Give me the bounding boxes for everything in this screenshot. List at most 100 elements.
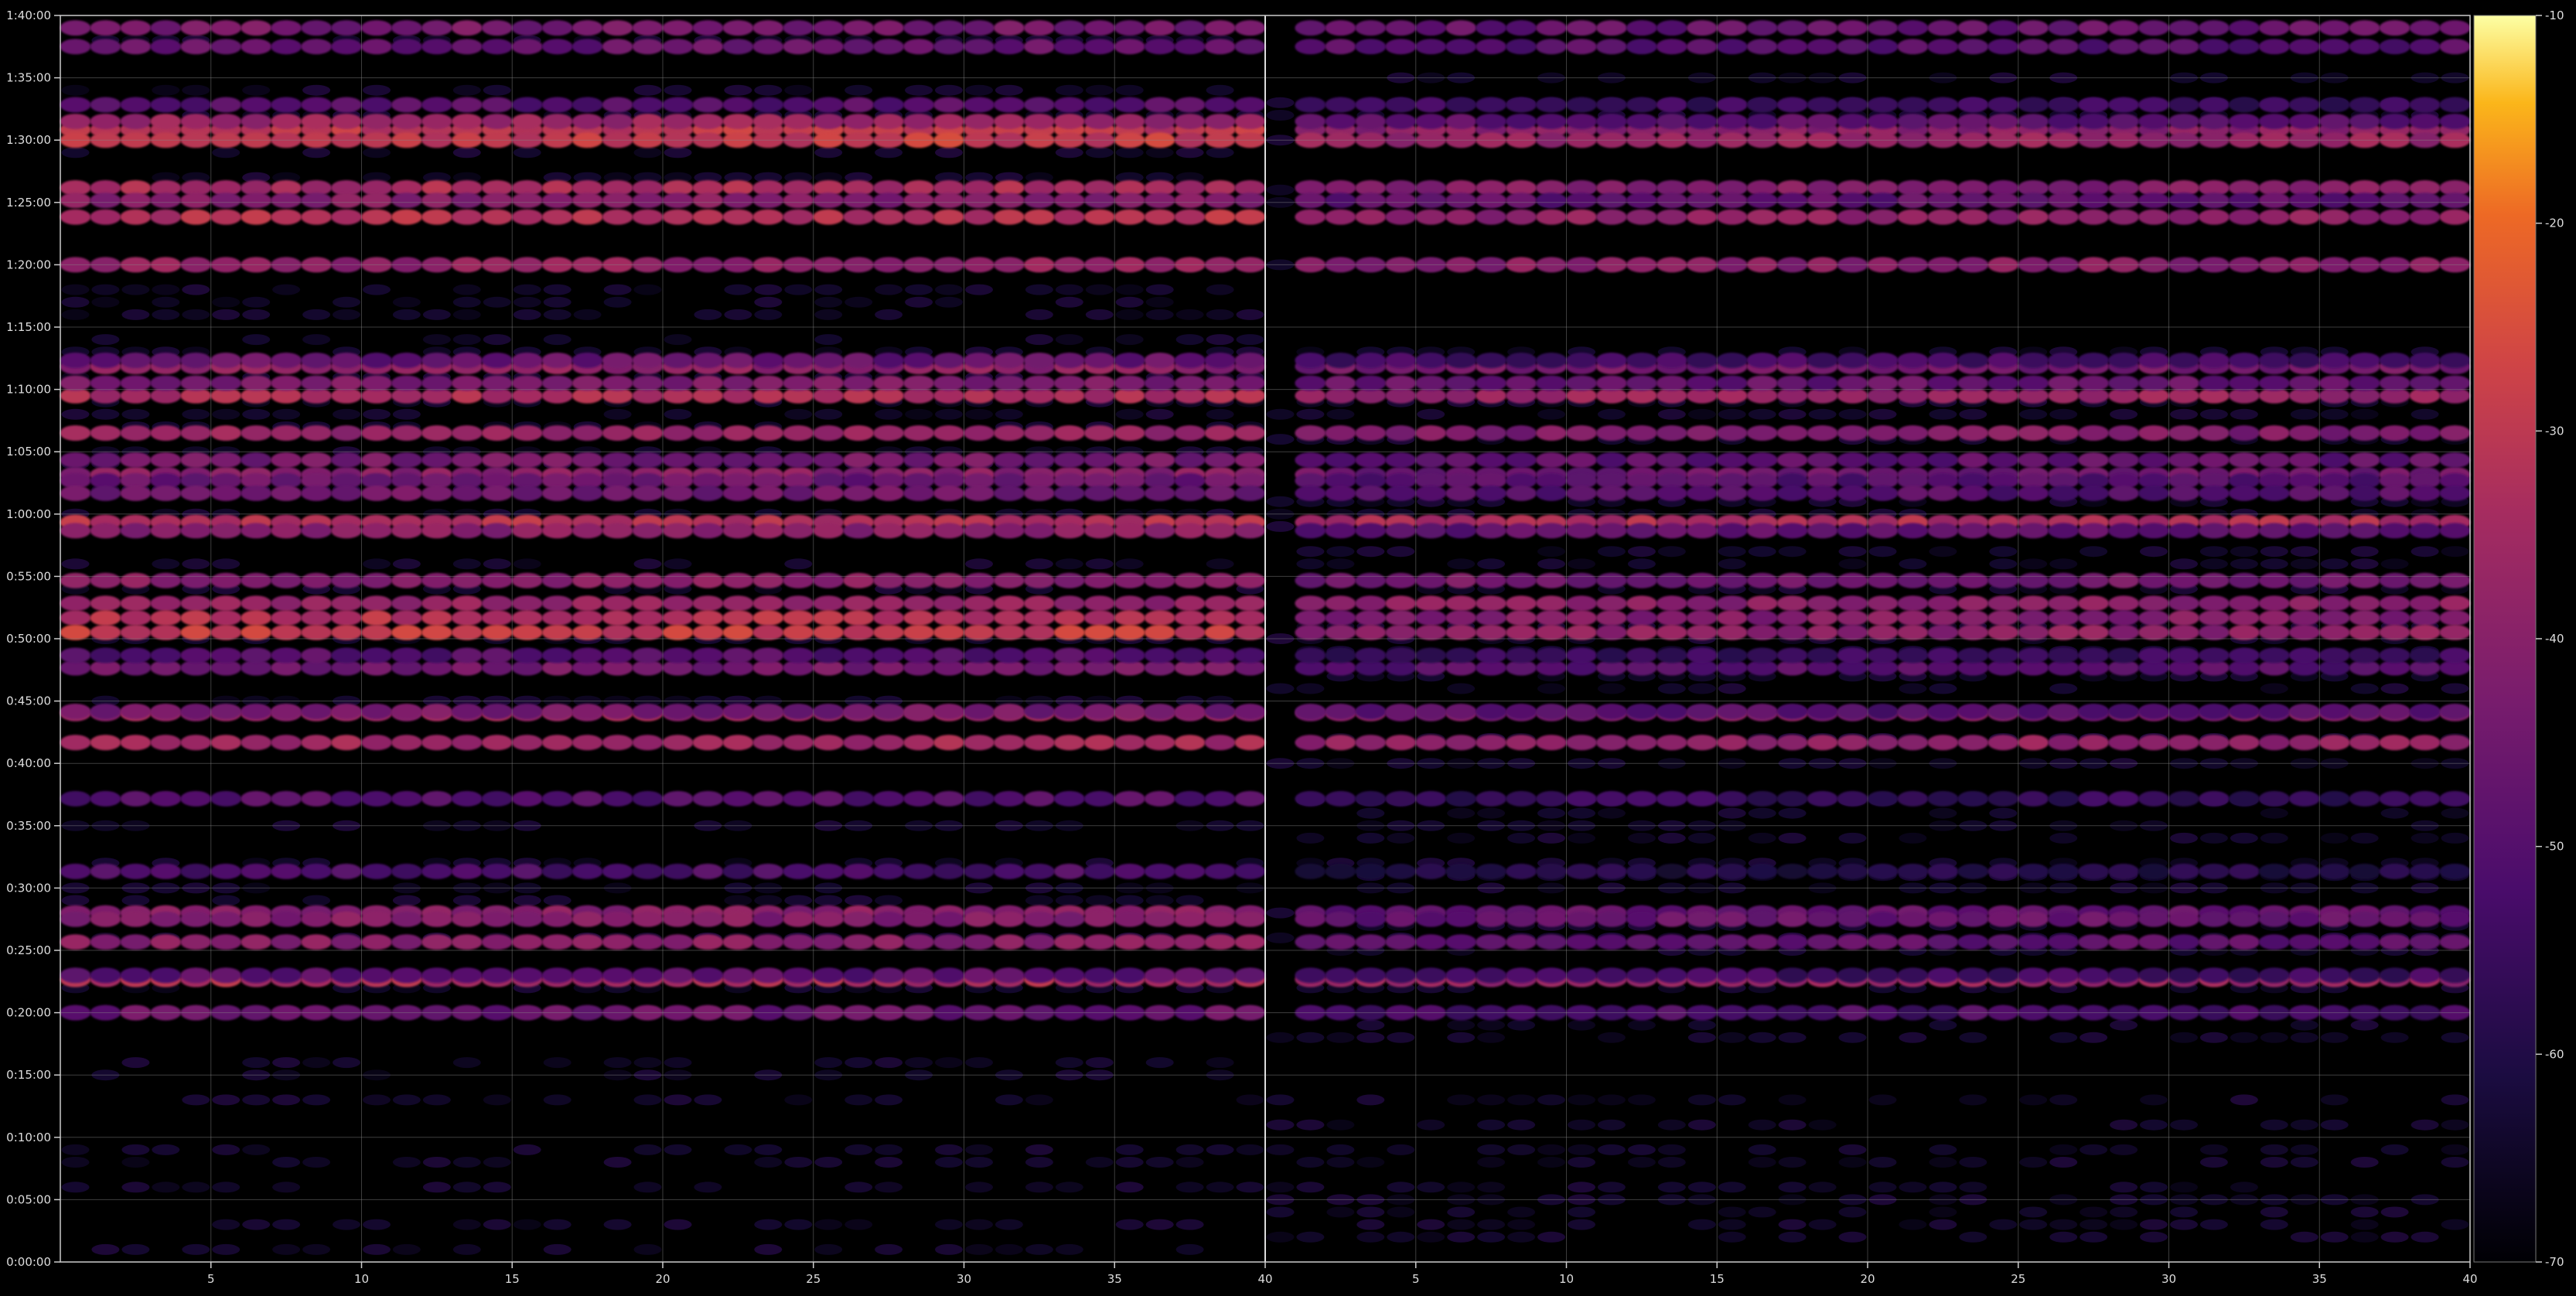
heat-cell xyxy=(302,1243,331,1255)
heat-cell xyxy=(2049,1032,2078,1043)
heat-cell xyxy=(813,790,844,807)
heat-cell xyxy=(875,1144,903,1155)
heat-cell xyxy=(1897,704,1929,719)
heat-cell xyxy=(813,452,844,468)
heat-cell xyxy=(2019,1219,2048,1230)
heat-cell xyxy=(935,1243,963,1255)
heat-cell xyxy=(1206,284,1234,295)
heat-cell xyxy=(422,1094,451,1106)
heat-cell xyxy=(873,193,905,209)
heat-cell xyxy=(813,735,844,751)
heat-cell xyxy=(783,485,814,501)
heat-cell xyxy=(1083,452,1115,468)
heat-cell xyxy=(1385,39,1417,55)
heat-cell xyxy=(1053,647,1085,663)
heat-cell xyxy=(1657,408,1686,420)
heat-cell xyxy=(1537,1231,1565,1243)
heat-cell xyxy=(1716,20,1748,36)
heat-cell xyxy=(511,353,543,368)
heat-cell xyxy=(1506,425,1537,441)
heat-cell xyxy=(2108,704,2140,719)
heat-cell xyxy=(692,595,724,612)
heat-cell xyxy=(1325,790,1356,807)
heat-cell xyxy=(1204,209,1236,225)
heat-cell xyxy=(1595,595,1627,612)
heat-cell xyxy=(1415,375,1447,391)
heat-cell xyxy=(1174,114,1206,129)
heat-cell xyxy=(1776,39,1808,55)
heat-cell xyxy=(1415,624,1447,640)
heat-cell xyxy=(1957,595,1989,612)
heat-cell xyxy=(1595,647,1627,663)
heat-cell xyxy=(722,375,754,391)
heat-cell xyxy=(60,911,91,927)
heat-cell xyxy=(1266,683,1295,694)
heat-cell xyxy=(1506,452,1537,468)
heat-cell xyxy=(1537,832,1565,844)
heat-cell xyxy=(1656,934,1687,950)
heat-cell xyxy=(1204,97,1236,113)
heat-cell xyxy=(2140,1119,2168,1131)
heat-cell xyxy=(1626,911,1657,927)
heat-cell xyxy=(1476,595,1507,612)
heat-cell xyxy=(511,97,543,113)
heat-cell xyxy=(271,572,302,588)
heat-cell xyxy=(2198,934,2230,950)
heat-cell xyxy=(2258,452,2290,468)
heat-cell xyxy=(692,20,724,36)
heat-cell xyxy=(1686,624,1718,640)
heat-cell xyxy=(1536,595,1567,612)
heat-cell xyxy=(1987,353,2019,368)
heat-cell xyxy=(1417,408,1445,420)
heat-cell xyxy=(1927,704,1959,719)
heat-cell xyxy=(271,523,302,539)
heat-cell xyxy=(2379,610,2411,626)
heat-cell xyxy=(2318,934,2350,950)
heat-cell xyxy=(964,209,995,225)
heat-cell xyxy=(1023,704,1055,719)
heat-cell xyxy=(1174,735,1206,751)
heat-cell xyxy=(571,624,603,640)
heat-cell xyxy=(150,97,182,113)
heat-cell xyxy=(1355,97,1387,113)
heat-cell xyxy=(1776,425,1808,441)
heat-cell xyxy=(2078,114,2110,129)
heat-cell xyxy=(2138,452,2169,468)
heat-cell xyxy=(331,39,362,55)
heat-cell xyxy=(2258,624,2290,640)
heat-cell xyxy=(1326,1206,1355,1218)
heat-cell xyxy=(1295,967,1326,984)
heat-cell xyxy=(60,523,91,539)
heat-cell xyxy=(993,572,1025,588)
heat-cell xyxy=(1746,934,1778,950)
heat-cell xyxy=(1234,624,1266,640)
heat-cell xyxy=(1566,911,1597,927)
heat-cell xyxy=(391,704,422,719)
heat-cell xyxy=(1447,1019,1476,1031)
heat-cell xyxy=(271,647,302,663)
heat-cell xyxy=(301,20,333,36)
heat-cell xyxy=(722,452,754,468)
heat-cell xyxy=(1867,353,1899,368)
heat-cell xyxy=(2318,97,2350,113)
heat-cell xyxy=(91,284,120,295)
heat-cell xyxy=(2318,647,2350,663)
heat-cell xyxy=(1476,523,1507,539)
heat-cell xyxy=(2228,624,2260,640)
heat-cell xyxy=(2409,934,2441,950)
heat-cell xyxy=(272,1219,301,1230)
heat-cell xyxy=(571,647,603,663)
heat-cell xyxy=(1236,309,1264,320)
heat-cell xyxy=(933,425,964,441)
heat-cell xyxy=(752,353,784,368)
heat-cell xyxy=(392,408,421,420)
heat-cell xyxy=(271,911,302,927)
heat-cell xyxy=(1387,1032,1415,1043)
heat-cell xyxy=(1053,595,1085,612)
heat-cell xyxy=(1355,425,1387,441)
heat-cell xyxy=(1597,1182,1626,1193)
colorbar-tick-label: -50 xyxy=(2545,840,2564,854)
heat-cell xyxy=(903,425,935,441)
heat-cell xyxy=(2019,408,2048,420)
heat-cell xyxy=(1356,1231,1385,1243)
